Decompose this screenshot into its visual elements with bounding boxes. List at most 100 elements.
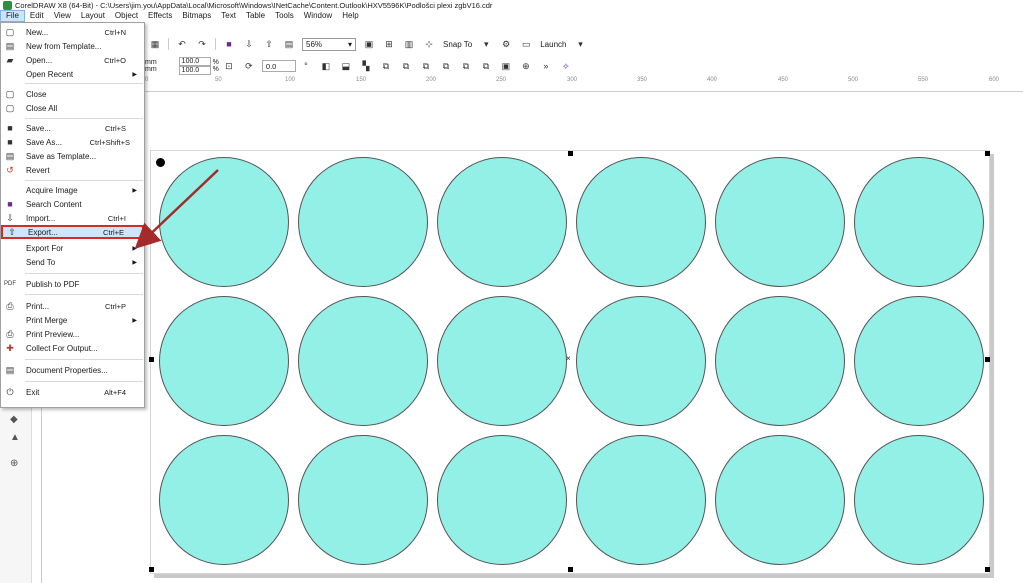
scale-x-input[interactable]: 100.0 — [178, 57, 211, 66]
scale-y-input[interactable]: 100.0 — [178, 66, 211, 75]
menu-item-import[interactable]: ⇩ Import... Ctrl+I — [1, 211, 144, 225]
menu-item-close-all[interactable]: ▢ Close All — [1, 101, 144, 115]
menu-item-new-from-template[interactable]: ▤ New from Template... — [1, 39, 144, 53]
menu-edit[interactable]: Edit — [25, 10, 49, 22]
circle-shape[interactable] — [854, 296, 984, 426]
more-icon[interactable]: » — [540, 60, 552, 72]
zoom-level-select[interactable]: 56% ▾ — [302, 37, 356, 51]
rulers-icon[interactable]: ⊞ — [383, 38, 395, 50]
import-icon[interactable]: ⇩ — [243, 38, 255, 50]
menu-item-acquire-image[interactable]: Acquire Image ▶ — [1, 183, 144, 197]
menu-item-send-to[interactable]: Send To ▶ — [1, 255, 144, 269]
undo-icon[interactable]: ↶ — [176, 38, 188, 50]
circle-shape[interactable] — [854, 435, 984, 565]
search-content-icon[interactable]: ■ — [223, 38, 235, 50]
circle-shape[interactable] — [715, 435, 845, 565]
menu-item-export[interactable]: ⇧ Export... Ctrl+E — [1, 225, 144, 239]
menu-item-print-preview[interactable]: ⎙ Print Preview... — [1, 327, 144, 341]
launch-button[interactable]: Launch — [540, 40, 566, 49]
selection-handle-left[interactable] — [149, 357, 154, 362]
intersect-icon[interactable]: ⧉ — [420, 60, 432, 72]
chevron-down-icon[interactable]: ▾ — [480, 38, 492, 50]
circle-shape[interactable] — [159, 435, 289, 565]
menu-tools[interactable]: Tools — [270, 10, 299, 22]
menu-item-print[interactable]: ⎙ Print... Ctrl+P — [1, 299, 144, 313]
transform-icon[interactable]: ⟡ — [560, 60, 572, 72]
export-icon[interactable]: ⇧ — [263, 38, 275, 50]
menu-item-publish-pdf[interactable]: PDF Publish to PDF — [1, 277, 144, 291]
menu-item-search-content[interactable]: ■ Search Content — [1, 197, 144, 211]
selection-handle-right[interactable] — [985, 357, 990, 362]
selection-handle-bottom[interactable] — [568, 567, 573, 572]
selection-handle-top[interactable] — [568, 151, 573, 156]
app-launcher-icon[interactable]: ▦ — [149, 38, 161, 50]
snap-to-button[interactable]: Snap To — [443, 40, 472, 49]
menu-text[interactable]: Text — [216, 10, 241, 22]
trim-icon[interactable]: ⧉ — [400, 60, 412, 72]
grid-icon[interactable]: ▥ — [403, 38, 415, 50]
circle-shape[interactable] — [576, 435, 706, 565]
lock-ratio-icon[interactable]: ⊡ — [223, 60, 235, 72]
boundary-icon[interactable]: ▣ — [500, 60, 512, 72]
menu-item-document-properties[interactable]: ▤ Document Properties... — [1, 363, 144, 377]
menu-view[interactable]: View — [49, 10, 76, 22]
guidelines-icon[interactable]: ⊹ — [423, 38, 435, 50]
front-minus-back-icon[interactable]: ⧉ — [460, 60, 472, 72]
circle-shape[interactable] — [576, 157, 706, 287]
menu-table[interactable]: Table — [241, 10, 270, 22]
circle-shape[interactable] — [159, 296, 289, 426]
circle-shape[interactable] — [437, 296, 567, 426]
drawing-page[interactable]: × — [149, 150, 990, 574]
circle-shape[interactable] — [715, 296, 845, 426]
group-icon[interactable]: ▚ — [360, 60, 372, 72]
selection-handle-bottom-left[interactable] — [149, 567, 154, 572]
menu-file[interactable]: File — [0, 10, 25, 22]
menu-item-open[interactable]: ▰ Open... Ctrl+O — [1, 53, 144, 67]
circle-shape[interactable] — [715, 157, 845, 287]
circle-shape[interactable] — [298, 296, 428, 426]
mirror-horizontal-icon[interactable]: ◧ — [320, 60, 332, 72]
selection-handle-bottom-right[interactable] — [985, 567, 990, 572]
menu-item-export-for[interactable]: Export For ▶ — [1, 241, 144, 255]
launch-icon[interactable]: ▭ — [520, 38, 532, 50]
menu-item-collect-for-output[interactable]: ✚ Collect For Output... — [1, 341, 144, 355]
add-tool-icon[interactable]: ⊕ — [10, 458, 22, 470]
horizontal-ruler[interactable]: 0 50 100 150 200 250 300 350 400 450 500… — [145, 76, 1023, 92]
menu-item-save-as-template[interactable]: ▤ Save as Template... — [1, 149, 144, 163]
add-icon[interactable]: ⊕ — [520, 60, 532, 72]
chevron-down-icon[interactable]: ▾ — [574, 38, 586, 50]
eyedropper-tool-icon[interactable]: ▲ — [10, 432, 22, 444]
menu-item-exit[interactable]: ⏻ Exit Alt+F4 — [1, 385, 144, 399]
circle-shape[interactable] — [159, 157, 289, 287]
selection-handle-top-right[interactable] — [985, 151, 990, 156]
circle-shape[interactable] — [437, 157, 567, 287]
circle-shape[interactable] — [576, 296, 706, 426]
pdf-icon[interactable]: ▤ — [283, 38, 295, 50]
start-node-marker[interactable] — [156, 158, 165, 167]
circle-shape[interactable] — [437, 435, 567, 565]
menu-item-save[interactable]: ■ Save... Ctrl+S — [1, 121, 144, 135]
menu-bitmaps[interactable]: Bitmaps — [177, 10, 216, 22]
menu-item-save-as[interactable]: ■ Save As... Ctrl+Shift+S — [1, 135, 144, 149]
simplify-icon[interactable]: ⧉ — [440, 60, 452, 72]
menu-item-new[interactable]: ▢ New... Ctrl+N — [1, 25, 144, 39]
options-gear-icon[interactable]: ⚙ — [500, 38, 512, 50]
menu-item-open-recent[interactable]: Open Recent ▶ — [1, 67, 144, 81]
menu-item-revert[interactable]: ↺ Revert — [1, 163, 144, 177]
menu-item-close[interactable]: ▢ Close — [1, 87, 144, 101]
fill-tool-icon[interactable]: ◆ — [10, 414, 22, 426]
circle-shape[interactable] — [854, 157, 984, 287]
full-screen-icon[interactable]: ▣ — [363, 38, 375, 50]
menu-help[interactable]: Help — [337, 10, 363, 22]
weld-icon[interactable]: ⧉ — [380, 60, 392, 72]
menu-item-print-merge[interactable]: Print Merge ▶ — [1, 313, 144, 327]
circle-shape[interactable] — [298, 157, 428, 287]
redo-icon[interactable]: ↷ — [196, 38, 208, 50]
mirror-vertical-icon[interactable]: ⬓ — [340, 60, 352, 72]
menu-effects[interactable]: Effects — [143, 10, 177, 22]
menu-layout[interactable]: Layout — [76, 10, 110, 22]
menu-object[interactable]: Object — [110, 10, 143, 22]
back-minus-front-icon[interactable]: ⧉ — [480, 60, 492, 72]
menu-window[interactable]: Window — [299, 10, 337, 22]
circle-shape[interactable] — [298, 435, 428, 565]
